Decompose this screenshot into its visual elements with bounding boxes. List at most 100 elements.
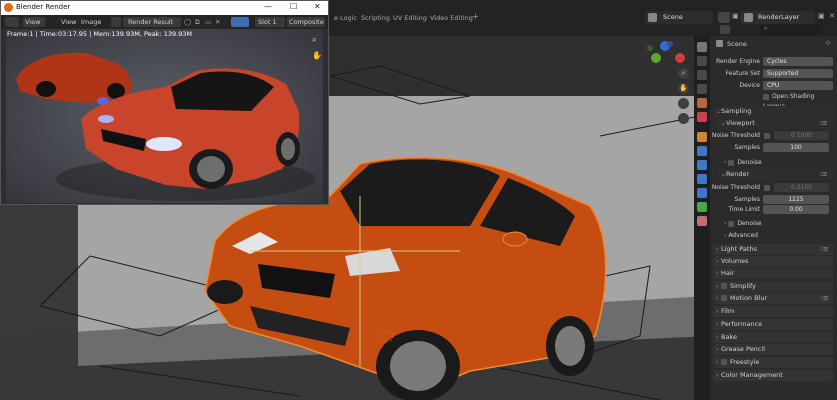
list-icon[interactable]: ⁝≡ [821, 244, 829, 255]
render-pass-value: Composite [289, 18, 324, 26]
render-window-title: Blender Render [16, 3, 71, 11]
list-icon[interactable]: ⁝≡ [820, 169, 828, 180]
osl-checkbox[interactable]: Open Shading Langua... [763, 92, 837, 110]
panel-motion-blur[interactable]: › Motion Blur ⁝≡ [713, 293, 833, 304]
viewport-subpanel-header[interactable]: ⌄ Viewport ⁝≡ [718, 118, 833, 129]
simplify-checkbox[interactable] [721, 283, 727, 289]
editor-type-icon[interactable] [5, 17, 19, 27]
close-button[interactable]: ✕ [314, 2, 321, 11]
vp-samples-field[interactable]: 100 [763, 143, 829, 152]
r-denoise-label: Denoise [737, 220, 762, 227]
tab-video-editing[interactable]: Video Editing [430, 12, 473, 24]
open-folder-icon[interactable]: ▭ [205, 17, 215, 27]
list-icon[interactable]: ⁝≡ [820, 118, 828, 129]
render-engine-dropdown[interactable]: Cycles [763, 57, 833, 66]
scene-browse-icon[interactable] [718, 12, 730, 23]
freestyle-checkbox[interactable] [721, 359, 727, 365]
sampling-panel-header[interactable]: ⌄ Sampling [713, 106, 833, 117]
panel-bake[interactable]: › Bake [713, 332, 833, 343]
pin-icon[interactable]: ⊹ [825, 39, 831, 47]
overlay-icon[interactable] [231, 17, 249, 27]
particles-tab-icon[interactable] [697, 160, 707, 170]
chevron-right-icon: › [716, 246, 719, 253]
camera-view-icon[interactable] [678, 98, 689, 109]
slot-dropdown[interactable]: Slot 1 [255, 17, 285, 27]
feature-set-dropdown[interactable]: Supported [763, 69, 833, 78]
motion-blur-checkbox[interactable] [721, 295, 727, 301]
pan-hand-icon[interactable]: ✋ [312, 51, 322, 60]
render-subpanel-header[interactable]: ⌄ Render ⁝≡ [718, 169, 833, 180]
zoom-icon[interactable]: ⌕ [312, 35, 316, 45]
r-samples-field[interactable]: 1225 [763, 195, 829, 204]
panel-freestyle[interactable]: › Freestyle [713, 357, 833, 368]
device-dropdown[interactable]: CPU [763, 81, 833, 90]
panel-color-management[interactable]: › Color Management [713, 370, 833, 381]
grid-toggle-icon[interactable] [678, 113, 689, 124]
chevron-right-icon: › [716, 321, 719, 328]
advanced-row[interactable]: › Advanced [724, 231, 758, 241]
tool-tab-icon[interactable] [697, 42, 707, 52]
menu-view[interactable]: View [61, 17, 76, 27]
close-layer-icon[interactable]: ✕ [829, 12, 835, 20]
maximize-button[interactable]: ☐ [290, 2, 297, 11]
r-denoise-row[interactable]: › Denoise [724, 219, 762, 229]
list-icon[interactable]: ⁝≡ [821, 293, 829, 304]
slot-value: Slot 1 [258, 18, 277, 26]
r-denoise-checkbox[interactable] [728, 220, 735, 227]
properties-search-input[interactable]: ⌕ [760, 25, 822, 35]
menu-image[interactable]: Image [81, 17, 101, 27]
vp-denoise-checkbox[interactable] [728, 159, 735, 166]
panel-label: Motion Blur [730, 294, 768, 302]
image-name-field[interactable]: Render Result [123, 17, 181, 27]
panel-performance[interactable]: › Performance [713, 319, 833, 330]
editor-type-icon[interactable] [720, 25, 730, 34]
render-result-image[interactable]: Frame:1 | Time:03:17.95 | Mem:139.93M, P… [6, 29, 323, 203]
time-limit-field[interactable]: 0.00 [763, 205, 829, 214]
pan-hand-icon[interactable]: ✋ [678, 83, 689, 94]
chevron-right-icon: › [716, 295, 719, 302]
tab-uv-editing[interactable]: UV Editing [393, 12, 427, 24]
chevron-right-icon: › [716, 372, 719, 379]
panel-volumes[interactable]: › Volumes [713, 256, 833, 267]
new-layer-icon[interactable]: ▣ [818, 12, 825, 20]
scene-tab-icon[interactable] [697, 98, 707, 108]
panel-light-paths[interactable]: › Light Paths ⁝≡ [713, 244, 833, 255]
render-pass-dropdown[interactable]: Composite [287, 17, 325, 27]
view-mode-dropdown[interactable]: View [23, 17, 45, 27]
render-status-text: Frame:1 | Time:03:17.95 | Mem:139.93M, P… [7, 30, 193, 38]
osl-checkbox-box[interactable] [763, 93, 769, 100]
time-limit-value: 0.00 [789, 206, 803, 213]
scene-icon [648, 13, 657, 22]
tab-logic[interactable]: e Logic [334, 12, 357, 24]
minimize-button[interactable]: — [264, 2, 272, 11]
image-name-value: Render Result [128, 18, 174, 26]
unlink-icon[interactable]: ✕ [215, 17, 225, 27]
zoom-icon[interactable]: ⌕ [678, 68, 689, 79]
vp-noise-checkbox[interactable] [764, 133, 770, 139]
vp-denoise-label: Denoise [737, 159, 762, 166]
panel-hair[interactable]: › Hair [713, 268, 833, 279]
tab-scripting[interactable]: Scripting [361, 12, 390, 24]
fake-user-icon[interactable]: ◯ [184, 17, 194, 27]
world-tab-icon[interactable] [697, 112, 707, 122]
new-scene-icon[interactable]: ▣ [732, 12, 739, 23]
r-noise-field[interactable]: 0.0100 [774, 183, 829, 192]
device-value: CPU [767, 82, 780, 89]
blender-logo-icon [4, 3, 13, 12]
breadcrumb: Scene [727, 40, 747, 48]
chevron-right-icon: › [716, 359, 719, 366]
panel-grease-pencil[interactable]: › Grease Pencil [713, 344, 833, 355]
r-noise-checkbox[interactable] [764, 185, 770, 191]
chevron-down-icon: ⌄ [721, 171, 727, 178]
vp-denoise-row[interactable]: › Denoise [724, 158, 762, 168]
add-workspace-button[interactable]: + [472, 12, 479, 21]
material-tab-icon[interactable] [697, 216, 707, 226]
image-editor-header: View View Image Render Result ◯ ⧉ ▭ ✕ Sl… [1, 15, 328, 29]
feature-set-value: Supported [767, 70, 799, 77]
image-browse-icon[interactable] [111, 17, 121, 27]
panel-simplify[interactable]: › Simplify [713, 281, 833, 292]
panel-film[interactable]: › Film [713, 306, 833, 317]
scene-breadcrumb-icon [716, 40, 723, 47]
vp-noise-field[interactable]: 0.1000 [774, 131, 829, 140]
duplicate-icon[interactable]: ⧉ [195, 17, 205, 27]
